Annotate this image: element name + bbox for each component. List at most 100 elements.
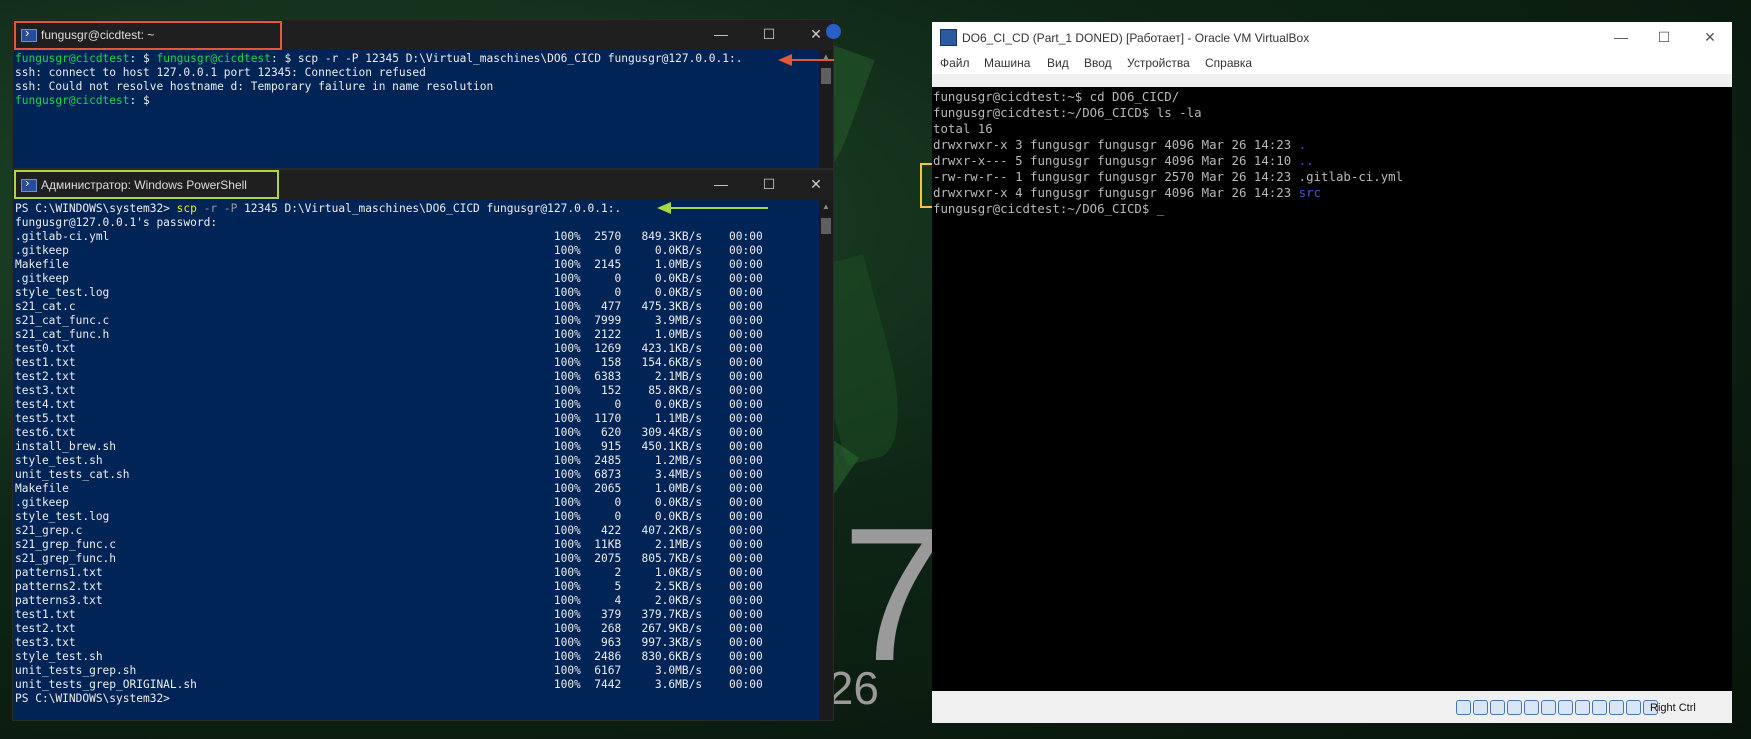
ls-row: -rw-rw-r-- 1 fungusgr fungusgr 2570 Mar … (933, 169, 1403, 184)
minimize-icon[interactable]: — (713, 26, 729, 42)
title-bar[interactable]: DO6_CI_CD (Part_1 DONED) [Работает] - Or… (932, 22, 1732, 52)
transfer-percent: 100% (553, 636, 581, 649)
menu-input[interactable]: Ввод (1084, 56, 1112, 70)
close-icon[interactable]: ✕ (1701, 29, 1719, 46)
command-flag: -r (196, 202, 224, 215)
file-size: 0 (614, 510, 622, 523)
terminal-window-ubuntu[interactable]: fungusgr@cicdtest: ~ — ☐ ✕ fungusgr@cicd… (13, 20, 833, 168)
file-transfer-row: patterns3.txt 100% 4 2.0KB/s 00:00 (15, 594, 763, 607)
file-size: 0 (614, 272, 622, 285)
menu-bar: Файл Машина Вид Ввод Устройства Справка (932, 52, 1732, 74)
ls-group: fungusgr (1097, 169, 1157, 184)
file-size: 2570 (594, 230, 622, 243)
transfer-speed: 407.2KB/s (641, 524, 703, 537)
file-transfer-row: .gitlab-ci.yml 100% 2570 849.3KB/s 00:00 (15, 230, 763, 243)
minimize-icon[interactable]: — (713, 176, 729, 192)
file-transfer-row: .gitkeep 100% 0 0.0KB/s 00:00 (15, 244, 763, 257)
file-size: 963 (601, 636, 622, 649)
transfer-percent: 100% (553, 230, 581, 243)
vm-line: fungusgr@cicdtest:~/DO6_CICD$ ls -la (933, 105, 1202, 120)
transfer-speed: 1.0MB/s (654, 328, 703, 341)
file-transfer-row: test4.txt 100% 0 0.0KB/s 00:00 (15, 398, 763, 411)
usb-icon[interactable] (1524, 700, 1539, 715)
scroll-up-icon[interactable]: ▲ (822, 202, 830, 211)
status-bar: Right Ctrl (932, 691, 1732, 723)
ls-user: fungusgr (1030, 169, 1090, 184)
menu-machine[interactable]: Машина (984, 56, 1030, 70)
file-size: 2486 (594, 650, 622, 663)
maximize-icon[interactable]: ☐ (761, 176, 777, 192)
file-transfer-row: unit_tests_cat.sh 100% 6873 3.4MB/s 00:0… (15, 468, 763, 481)
cpu-icon[interactable] (1609, 700, 1624, 715)
scrollbar-thumb[interactable] (821, 218, 831, 234)
transfer-percent: 100% (553, 510, 581, 523)
prompt-user: fungusgr@cicdtest (156, 52, 271, 65)
video-capture-icon[interactable] (1575, 700, 1590, 715)
transfer-speed: 830.6KB/s (641, 650, 703, 663)
transfer-percent: 100% (553, 678, 581, 691)
maximize-icon[interactable]: ☐ (761, 26, 777, 42)
file-name: patterns2.txt (15, 580, 103, 593)
title-bar[interactable]: Администратор: Windows PowerShell — ☐ ✕ (13, 170, 833, 200)
transfer-time: 00:00 (729, 230, 763, 243)
file-transfer-row: style_test.sh 100% 2485 1.2MB/s 00:00 (15, 454, 763, 467)
file-size: 477 (601, 300, 622, 313)
audio-icon[interactable] (1490, 700, 1505, 715)
transfer-percent: 100% (553, 594, 581, 607)
vm-screen[interactable]: fungusgr@cicdtest:~$ cd DO6_CICD/ fungus… (932, 87, 1732, 691)
menu-devices[interactable]: Устройства (1127, 56, 1190, 70)
terminal-icon (21, 25, 37, 42)
optical-drive-icon[interactable] (1473, 700, 1488, 715)
file-name: test2.txt (15, 622, 76, 635)
device-icons (1456, 700, 1658, 716)
transfer-percent: 100% (553, 482, 581, 495)
transfer-percent: 100% (553, 286, 581, 299)
transfer-time: 00:00 (729, 608, 763, 621)
title-bar[interactable]: fungusgr@cicdtest: ~ — ☐ ✕ (13, 20, 833, 50)
close-icon[interactable]: ✕ (808, 176, 824, 192)
shared-folders-icon[interactable] (1541, 700, 1556, 715)
network-icon[interactable] (1507, 700, 1522, 715)
scrollbar[interactable]: ▲ (819, 200, 833, 720)
ls-n: 3 (1015, 137, 1023, 152)
file-transfer-list: .gitlab-ci.yml 100% 2570 849.3KB/s 00:00… (15, 230, 763, 691)
virtualization-icon[interactable] (1592, 700, 1607, 715)
transfer-time: 00:00 (729, 398, 763, 411)
ls-row: drwxr-x--- 5 fungusgr fungusgr 4096 Mar … (933, 153, 1314, 168)
virtualbox-window[interactable]: DO6_CI_CD (Part_1 DONED) [Работает] - Or… (932, 22, 1732, 723)
file-size: 2485 (594, 454, 622, 467)
transfer-percent: 100% (553, 300, 581, 313)
file-size: 2122 (594, 328, 622, 341)
ls-name: .. (1298, 153, 1314, 168)
transfer-speed: 3.0MB/s (654, 664, 703, 677)
transfer-percent: 100% (553, 426, 581, 439)
menu-help[interactable]: Справка (1205, 56, 1252, 70)
terminal-output[interactable]: fungusgr@cicdtest: $ fungusgr@cicdtest: … (13, 50, 819, 168)
ls-n: 5 (1015, 153, 1023, 168)
minimize-icon[interactable]: — (1612, 29, 1630, 45)
transfer-speed: 1.0MB/s (654, 482, 703, 495)
file-transfer-row: test2.txt 100% 268 267.9KB/s 00:00 (15, 622, 763, 635)
close-icon[interactable]: ✕ (808, 26, 824, 42)
transfer-percent: 100% (553, 328, 581, 341)
hard-disk-icon[interactable] (1456, 700, 1471, 715)
transfer-speed: 997.3KB/s (641, 636, 703, 649)
vm-line: total 16 (933, 121, 993, 136)
transfer-speed: 267.9KB/s (641, 622, 703, 635)
transfer-percent: 100% (553, 622, 581, 635)
file-name: style_test.log (15, 286, 110, 299)
terminal-output[interactable]: PS C:\WINDOWS\system32> scp -r -P 12345 … (13, 200, 819, 720)
password-line: fungusgr@127.0.0.1's password: (15, 216, 218, 229)
transfer-percent: 100% (553, 524, 581, 537)
file-transfer-row: s21_grep_func.h 100% 2075 805.7KB/s 00:0… (15, 552, 763, 565)
maximize-icon[interactable]: ☐ (1655, 29, 1673, 46)
menu-file[interactable]: Файл (940, 56, 970, 70)
transfer-percent: 100% (553, 272, 581, 285)
menu-view[interactable]: Вид (1047, 56, 1069, 70)
display-icon[interactable] (1558, 700, 1573, 715)
mouse-integration-icon[interactable] (1626, 700, 1641, 715)
transfer-percent: 100% (553, 468, 581, 481)
scrollbar-thumb[interactable] (821, 68, 831, 84)
powershell-window[interactable]: Администратор: Windows PowerShell — ☐ ✕ … (13, 170, 833, 720)
file-name: s21_grep_func.h (15, 552, 117, 565)
